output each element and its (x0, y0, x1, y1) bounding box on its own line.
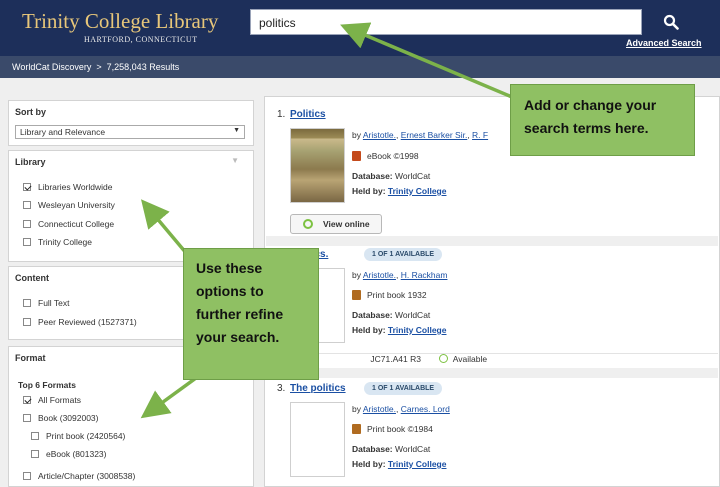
refine-tip-callout: Use these options to further refine your… (183, 248, 319, 380)
search-tip-callout: Add or change your search terms here. (510, 84, 695, 156)
arrow-to-format-facet (140, 376, 198, 419)
arrow-to-search-box (340, 22, 513, 99)
search-tip-text: Add or change your search terms here. (524, 97, 657, 136)
callout-arrows (140, 22, 513, 419)
refine-tip-text: Use these options to further refine your… (196, 260, 284, 345)
